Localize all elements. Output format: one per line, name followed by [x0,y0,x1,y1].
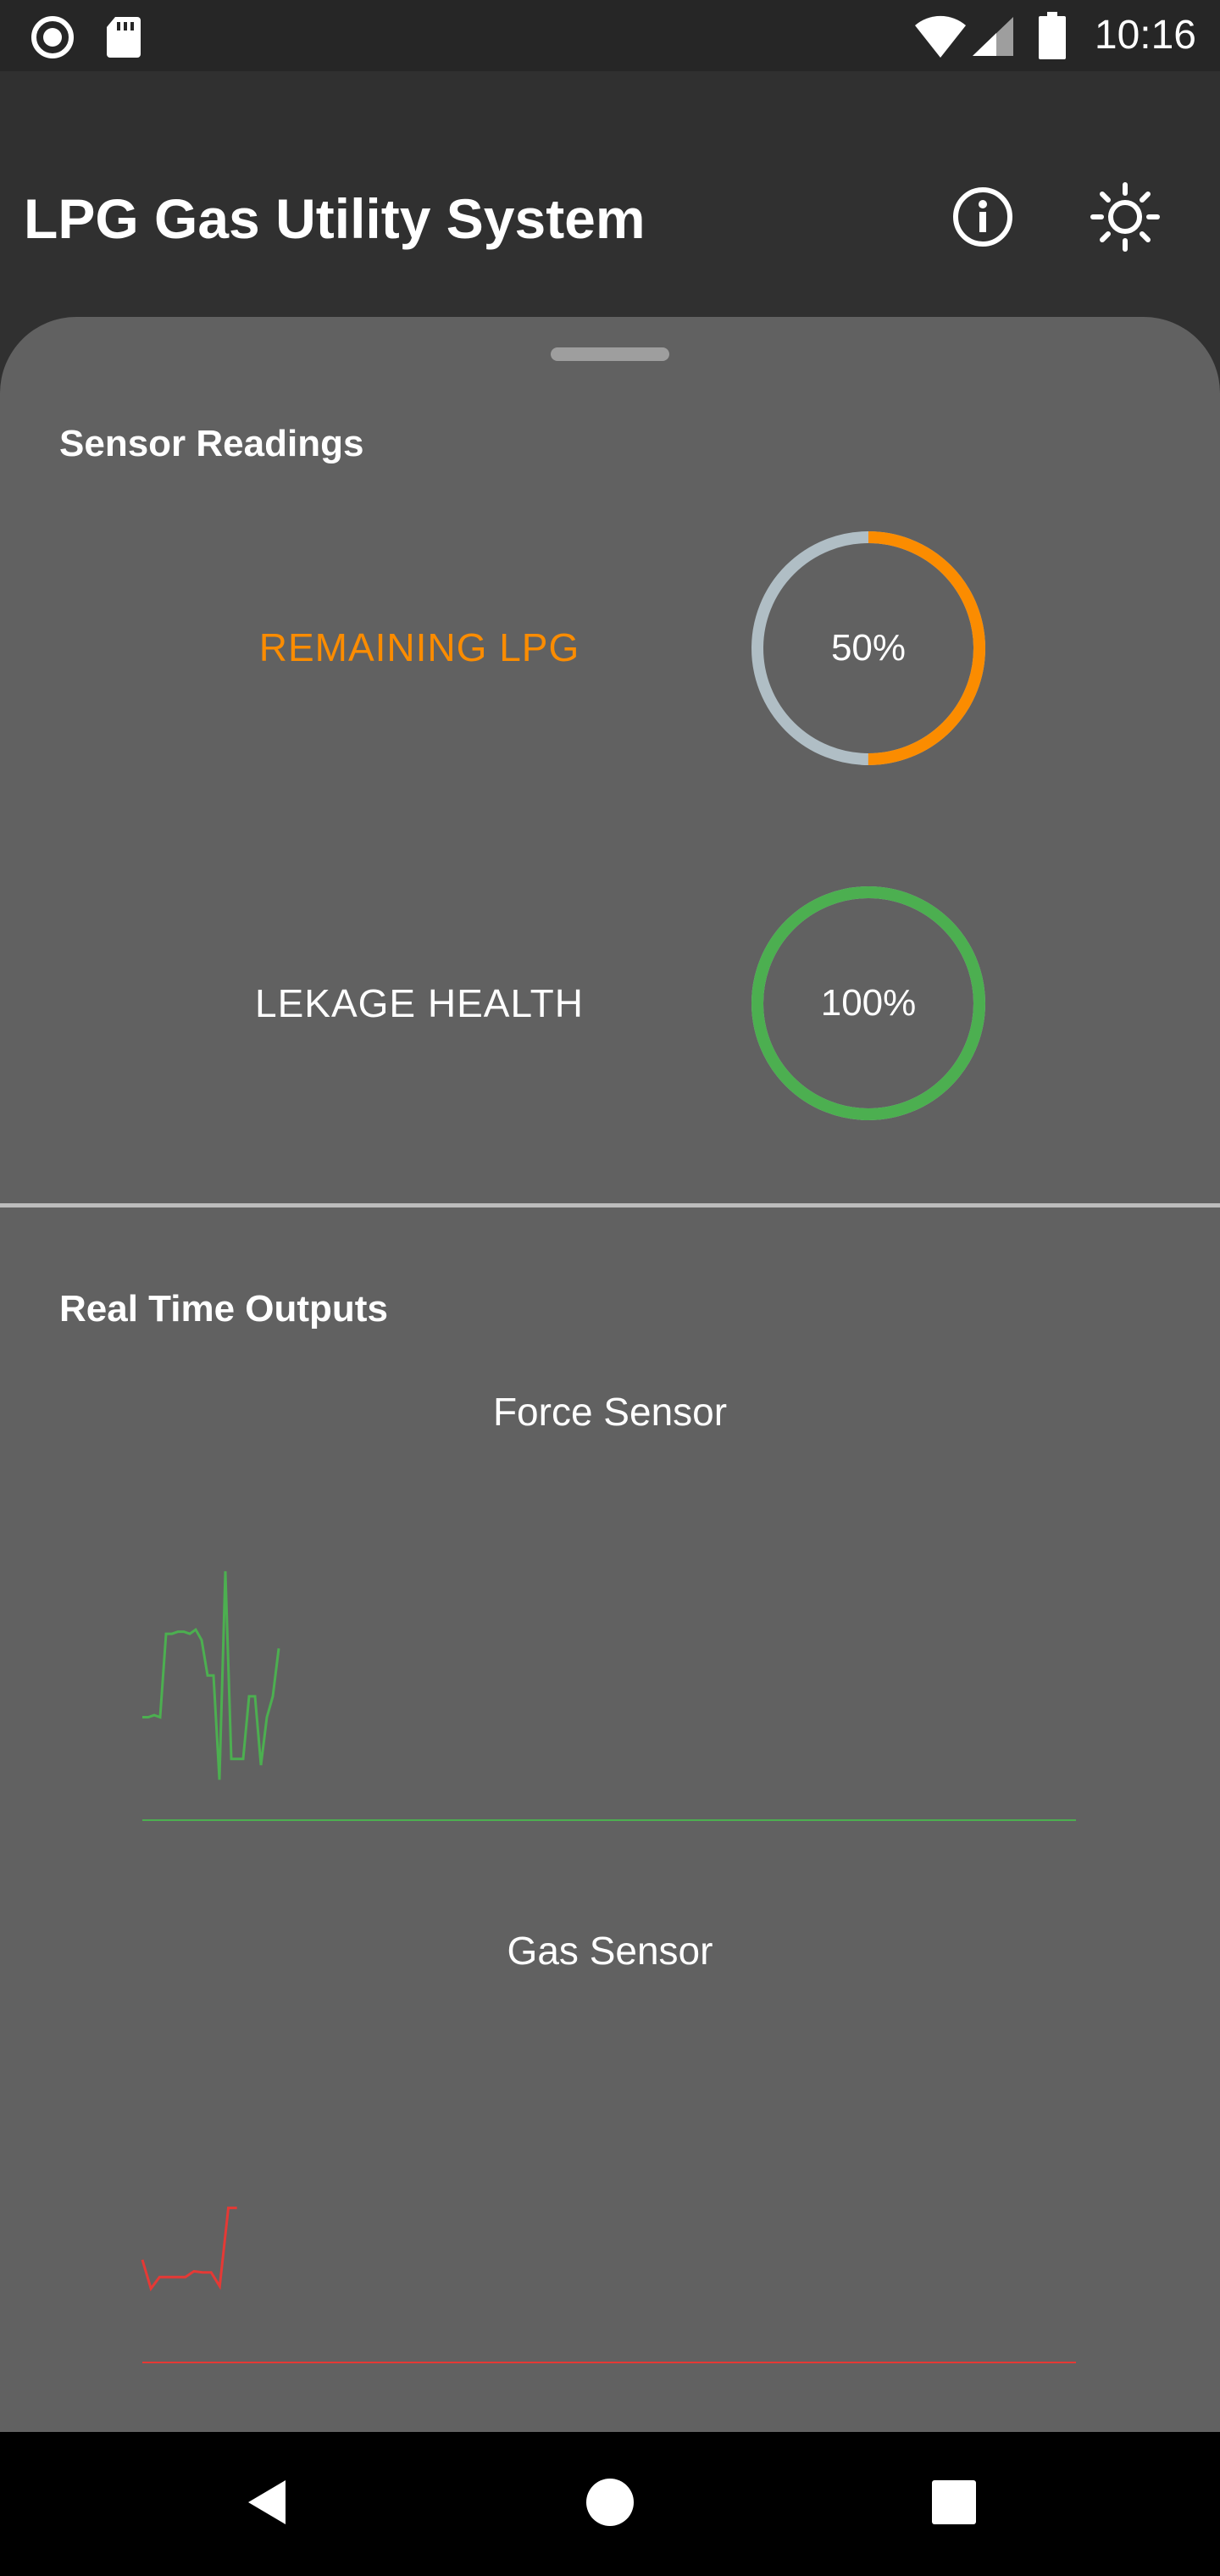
leakage-health-value: 100% [820,982,917,1024]
remaining-lpg-value: 50% [830,627,907,669]
recents-icon [930,2479,978,2530]
back-icon [241,2477,292,2532]
sd-card-icon [105,15,142,64]
remaining-lpg-gauge: 50% [746,525,991,771]
theme-toggle-button[interactable] [1083,176,1167,261]
sensor-readings-title: Sensor Readings [59,423,364,464]
real-time-outputs-title: Real Time Outputs [59,1288,388,1330]
section-divider [0,1203,1220,1208]
home-icon [585,2477,635,2532]
signal-icon [971,15,1015,62]
sheet-drag-handle[interactable] [551,347,669,361]
gas-sensor-title: Gas Sensor [507,1929,713,1973]
gas-sensor-chart [141,2207,1076,2363]
info-button[interactable] [940,176,1025,261]
leakage-health-gauge: 100% [746,880,991,1126]
force-sensor-title: Force Sensor [492,1390,728,1434]
info-icon [951,185,1015,253]
leakage-health-label: LEKAGE HEALTH [255,981,584,1025]
bottom-sheet: Sensor Readings REMAINING LPG 50% LEKAGE… [0,317,1220,2432]
back-button[interactable] [225,2462,309,2546]
home-button[interactable] [568,2462,652,2546]
navigation-bar [0,2432,1220,2576]
force-sensor-chart [142,1571,1076,1821]
status-bar: 10:16 [0,0,1220,71]
app-title: LPG Gas Utility System [24,187,646,250]
app-screen: 10:16 LPG Gas Utility System Sensor Read… [0,0,1220,2576]
brightness-icon [1090,181,1161,257]
status-time: 10:16 [1094,13,1196,58]
battery-icon [1039,12,1066,64]
recents-button[interactable] [912,2462,996,2546]
record-icon [30,15,75,64]
remaining-lpg-label: REMAINING LPG [258,625,580,669]
sensor-series-line [141,2207,237,2292]
wifi-icon [913,14,968,64]
sensor-series-line [142,1571,280,1780]
